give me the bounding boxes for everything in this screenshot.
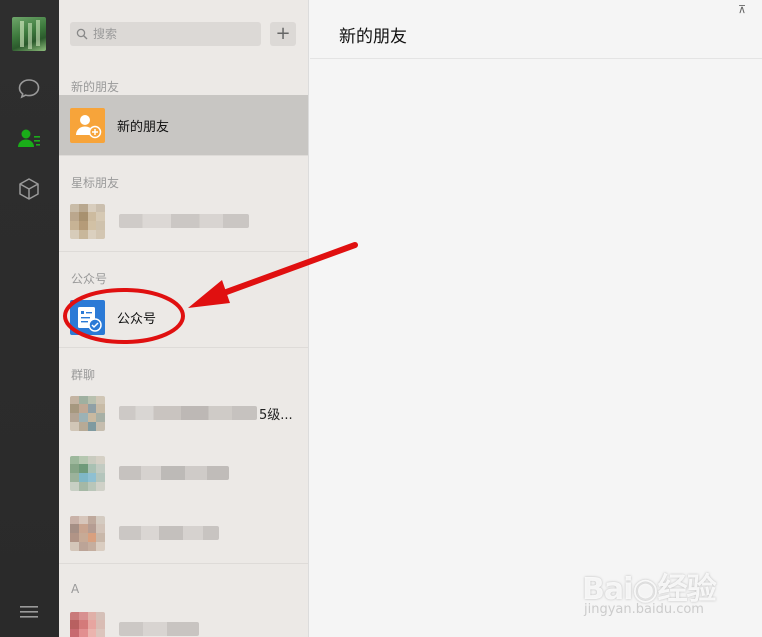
chat-icon[interactable]: [14, 74, 44, 104]
divider: [59, 347, 308, 348]
left-rail: [0, 0, 59, 637]
add-friend-icon: [70, 107, 105, 143]
list-item-contact[interactable]: [59, 599, 308, 637]
list-item-label: 公众号: [117, 311, 157, 327]
add-button[interactable]: +: [270, 22, 296, 46]
contacts-icon[interactable]: [14, 124, 44, 154]
list-item-group[interactable]: [59, 443, 308, 503]
list-item-official-accounts[interactable]: 公众号: [59, 287, 308, 347]
contact-avatar: [70, 203, 105, 239]
search-box[interactable]: [70, 22, 261, 46]
group-name-suffix: 5级...: [259, 407, 293, 423]
watermark-url: jingyan.baidu.com: [584, 602, 704, 617]
list-item-label: 新的朋友: [117, 119, 170, 135]
divider: [59, 563, 308, 564]
pin-icon[interactable]: ⊼: [738, 3, 746, 16]
blurred-name: [119, 466, 229, 480]
menu-icon[interactable]: [14, 597, 44, 627]
my-avatar[interactable]: [12, 17, 46, 51]
group-avatar: [70, 515, 105, 551]
section-title-official: 公众号: [71, 272, 108, 286]
blurred-name: [119, 406, 257, 420]
section-title-groups: 群聊: [71, 368, 96, 382]
box-icon[interactable]: [14, 174, 44, 204]
main-header: 新的朋友 ⊼: [310, 0, 762, 59]
main-pane: 新的朋友 ⊼: [310, 0, 762, 637]
divider: [59, 155, 308, 156]
list-item-new-friends[interactable]: 新的朋友: [59, 95, 308, 155]
group-avatar: [70, 455, 105, 491]
search-input[interactable]: [93, 27, 253, 41]
section-title-letter-a: A: [71, 582, 80, 596]
group-avatar: [70, 395, 105, 431]
section-title-starred: 星标朋友: [71, 176, 120, 190]
list-item-group[interactable]: [59, 503, 308, 563]
blurred-name: [119, 622, 199, 636]
page-title: 新的朋友: [339, 27, 407, 47]
official-account-icon: [70, 299, 105, 335]
list-item-group[interactable]: 5级...: [59, 383, 308, 443]
section-title-new-friends: 新的朋友: [71, 80, 120, 94]
contact-avatar: [70, 611, 105, 637]
blurred-name: [119, 526, 219, 540]
baidu-watermark: Bai◉经验 jingyan.baidu.com: [582, 556, 742, 626]
blurred-name: [119, 214, 249, 228]
divider: [59, 251, 308, 252]
search-icon: [76, 28, 88, 40]
contacts-pane: + 新的朋友 新的朋友 星标朋友 公众号 公众号 群聊: [59, 0, 309, 637]
list-item-starred-contact[interactable]: [59, 191, 308, 251]
